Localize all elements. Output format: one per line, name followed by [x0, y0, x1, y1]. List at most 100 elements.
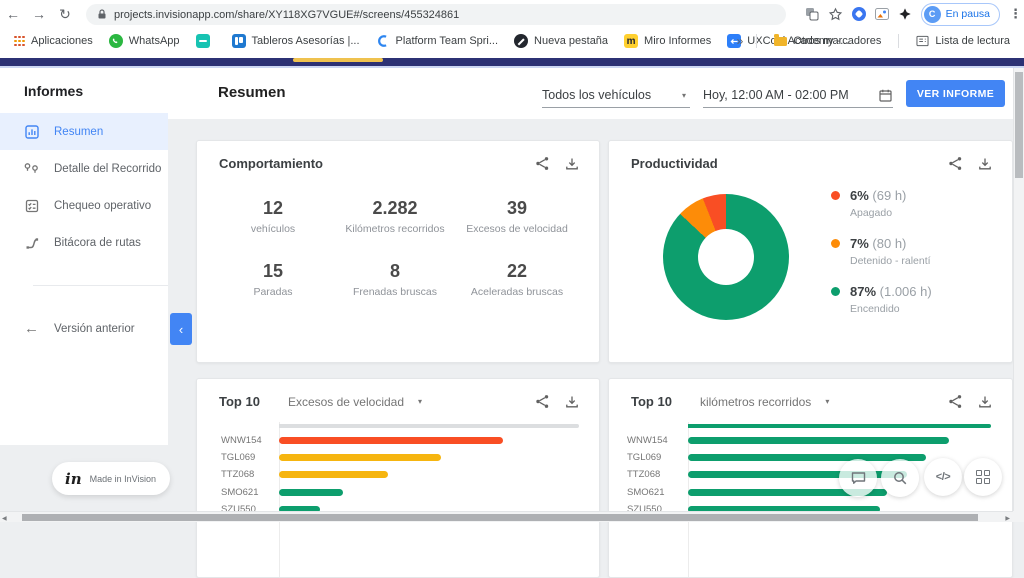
bookmark-aplicaciones[interactable]: Aplicaciones: [6, 31, 101, 51]
bar-category-label: TGL069: [221, 451, 256, 463]
bar-category-label: WNW154: [627, 434, 668, 446]
card-productividad: Productividad 6% (69 h) Apagado 7% (80 h…: [608, 140, 1013, 363]
trello-icon: [231, 34, 246, 48]
bar-category-label: SMO621: [221, 486, 259, 498]
other-bookmarks[interactable]: Otros marcadores: [766, 31, 889, 51]
translate-icon[interactable]: [805, 7, 819, 21]
toolbar-right-icons: C En pausa ⋮: [805, 0, 1022, 28]
legend-encendido: 87% (1.006 h) Encendido: [831, 284, 932, 315]
page-title: Resumen: [218, 84, 286, 101]
bookmarks-bar-right: » Otros marcadores Lista de lectura: [733, 28, 1018, 54]
page-header: Resumen Todos los vehículos ▾ Hoy, 12:00…: [168, 68, 1013, 119]
browser-reload-button[interactable]: ↻: [52, 0, 78, 28]
avatar: C: [923, 5, 941, 23]
scroll-left-arrow[interactable]: ◀: [2, 515, 7, 522]
share-icon[interactable]: [948, 156, 963, 171]
browser-back-button[interactable]: ←: [0, 0, 26, 28]
extensions-puzzle-icon[interactable]: [898, 7, 912, 21]
bar-category-label: SMO621: [627, 486, 665, 498]
download-icon[interactable]: [978, 157, 992, 171]
share-icon[interactable]: [535, 394, 550, 409]
donut-legend: 6% (69 h) Apagado 7% (80 h) Detenido - r…: [831, 188, 932, 332]
horizontal-scrollbar-thumb[interactable]: [22, 514, 978, 521]
apps-grid-icon: [14, 35, 25, 47]
browser-menu-icon[interactable]: ⋮: [1009, 6, 1022, 22]
bookmark-miro[interactable]: m Miro Informes: [616, 31, 719, 51]
legend-detenido: 7% (80 h) Detenido - ralentí: [831, 236, 932, 267]
sidebar-item-detalle-recorrido[interactable]: Detalle del Recorrido: [0, 150, 168, 187]
zoom-search-button[interactable]: [881, 459, 919, 497]
stat-kilometros: 2.282 Kilómetros recorridos: [345, 198, 445, 235]
top10-metric-select[interactable]: Excesos de velocidad ▾: [288, 395, 426, 409]
scroll-right-arrow[interactable]: ▶: [1005, 515, 1010, 522]
bar-row-TTZ068: TTZ068: [197, 469, 599, 481]
reading-list-icon: [916, 35, 929, 47]
teal-app-icon: [195, 34, 210, 48]
card-title: Comportamiento: [219, 156, 323, 171]
app-navbar-edge: [0, 58, 1024, 66]
sidebar-item-resumen[interactable]: Resumen: [0, 113, 168, 150]
download-icon[interactable]: [978, 395, 992, 409]
sidebar-item-version-anterior[interactable]: ← Versión anterior: [0, 310, 168, 347]
sidebar-divider: [33, 285, 168, 286]
bookmark-nueva-pestana[interactable]: Nueva pestaña: [506, 31, 616, 51]
bar-row-WNW154: WNW154: [197, 434, 599, 446]
card-title: Productividad: [631, 156, 718, 171]
route-pins-icon: [23, 161, 40, 177]
top10-metric-select[interactable]: kilómetros recorridos ▾: [700, 395, 833, 409]
bar-chart-icon: [23, 124, 40, 140]
bookmarks-overflow-icon[interactable]: »: [733, 34, 748, 48]
bookmark-tableros[interactable]: Tableros Asesorías |...: [224, 31, 368, 51]
inspect-code-button[interactable]: </>: [924, 458, 962, 496]
profile-chip[interactable]: C En pausa: [920, 2, 1000, 26]
download-icon[interactable]: [565, 395, 579, 409]
bookmark-teal-app[interactable]: [188, 31, 224, 51]
sidebar-item-chequeo-operativo[interactable]: Chequeo operativo: [0, 187, 168, 224]
bar-row-TGL069: TGL069: [197, 451, 599, 463]
chevron-down-icon: ▾: [681, 90, 686, 100]
download-icon[interactable]: [565, 157, 579, 171]
bookmark-platform-team[interactable]: Platform Team Spri...: [368, 31, 507, 51]
invision-logo: in: [65, 469, 82, 488]
media-extension-icon[interactable]: [874, 8, 889, 20]
miro-icon: m: [624, 34, 639, 48]
share-icon[interactable]: [948, 394, 963, 409]
vehicle-filter-select[interactable]: Todos los vehículos ▾: [542, 83, 690, 108]
ver-informe-button[interactable]: VER INFORME: [906, 80, 1005, 107]
extension-blue-icon[interactable]: [851, 7, 866, 21]
address-bar[interactable]: projects.invisionapp.com/share/XY118XG7V…: [86, 4, 786, 25]
stat-aceleradas: 22 Aceleradas bruscas: [470, 261, 564, 298]
bar-category-label: WNW154: [221, 434, 262, 446]
profile-status-label: En pausa: [945, 8, 990, 20]
bar-row-WNW154: WNW154: [609, 434, 1012, 446]
legend-dot-green: [831, 287, 840, 296]
vertical-scrollbar-thumb[interactable]: [1015, 72, 1023, 178]
bar: [279, 471, 388, 479]
bookmark-star-icon[interactable]: [828, 7, 843, 22]
whatsapp-icon: [108, 34, 123, 48]
platform-icon: [376, 34, 390, 48]
legend-apagado: 6% (69 h) Apagado: [831, 188, 932, 219]
new-tab-icon: [514, 34, 529, 48]
bar: [279, 436, 503, 444]
sidebar: Informes Resumen Detalle del Recorrido C…: [0, 68, 168, 445]
bar-category-label: TTZ068: [221, 469, 255, 481]
legend-dot-red: [831, 191, 840, 200]
horizontal-scrollbar[interactable]: ◀ ▶: [0, 511, 1013, 522]
vertical-scrollbar[interactable]: [1013, 68, 1024, 511]
date-range-picker[interactable]: Hoy, 12:00 AM - 02:00 PM: [703, 83, 893, 108]
sidebar-collapse-button[interactable]: ‹: [170, 313, 192, 345]
screens-grid-button[interactable]: [964, 458, 1002, 496]
partial-bar: [279, 424, 579, 428]
bar-category-label: TGL069: [627, 451, 662, 463]
browser-forward-button[interactable]: →: [26, 0, 52, 28]
card-title: Top 10: [631, 394, 672, 409]
reading-list[interactable]: Lista de lectura: [908, 31, 1018, 51]
sidebar-item-bitacora-rutas[interactable]: Bitácora de rutas: [0, 224, 168, 261]
stat-frenadas: 8 Frenadas bruscas: [352, 261, 438, 298]
share-icon[interactable]: [535, 156, 550, 171]
comment-button[interactable]: [839, 459, 877, 497]
chevron-down-icon: ▾: [825, 397, 830, 406]
made-in-invision-badge[interactable]: in Made in InVision: [52, 462, 170, 495]
bookmark-whatsapp[interactable]: WhatsApp: [101, 31, 188, 51]
